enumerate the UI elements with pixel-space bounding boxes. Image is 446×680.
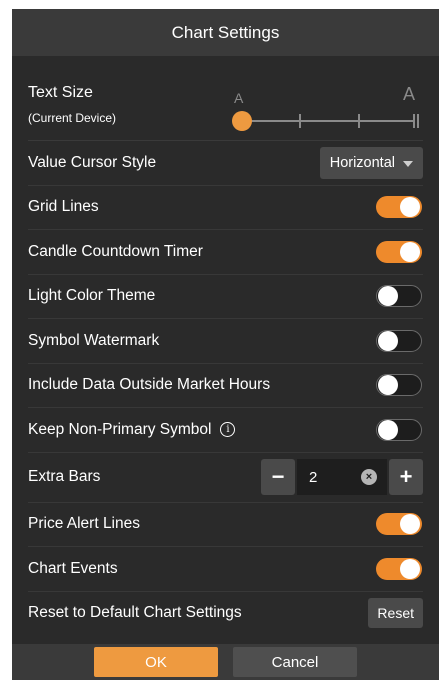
toggle-knob (400, 197, 420, 218)
symbol-watermark-label: Symbol Watermark (28, 331, 160, 349)
dialog-title: Chart Settings (12, 9, 439, 56)
text-size-slider-knob[interactable] (232, 111, 252, 131)
chart-events-toggle[interactable] (376, 557, 422, 580)
toggle-knob (400, 514, 420, 535)
cancel-button[interactable]: Cancel (233, 647, 357, 677)
slider-tick (358, 114, 360, 128)
non-primary-symbol-label: Keep Non-Primary Symbol (28, 420, 212, 438)
extra-bars-label: Extra Bars (28, 468, 101, 485)
price-alert-toggle[interactable] (376, 513, 422, 536)
toggle-row-price-alert: Price Alert Lines (28, 503, 423, 547)
toggle-knob (400, 241, 420, 262)
large-a-label: A (402, 84, 415, 104)
value-cursor-dropdown[interactable]: Horizontal (319, 146, 423, 179)
slider-tick (413, 114, 415, 128)
extra-bars-input[interactable]: 2 × (297, 459, 387, 495)
small-a-label: A (234, 90, 244, 106)
outside-hours-label: Include Data Outside Market Hours (28, 376, 271, 394)
ok-button[interactable]: OK (94, 647, 218, 677)
chart-events-label: Chart Events (28, 559, 118, 577)
text-size-label: Text Size (28, 84, 93, 101)
value-cursor-label: Value Cursor Style (28, 153, 157, 171)
price-alert-label: Price Alert Lines (28, 515, 140, 533)
toggle-row-outside-hours: Include Data Outside Market Hours (28, 364, 423, 408)
non-primary-symbol-toggle[interactable] (376, 418, 422, 441)
value-cursor-selected: Horizontal (329, 154, 395, 171)
non-primary-symbol-label-group: Keep Non-Primary Symbol i (28, 420, 236, 439)
candle-countdown-label: Candle Countdown Timer (28, 242, 203, 260)
toggle-row-grid-lines: Grid Lines (28, 186, 423, 230)
symbol-watermark-toggle[interactable] (376, 329, 422, 352)
light-theme-label: Light Color Theme (28, 287, 156, 305)
grid-lines-toggle[interactable] (376, 196, 422, 219)
settings-content: Text Size (Current Device) A A Value Cur… (12, 56, 439, 635)
reset-label: Reset to Default Chart Settings (28, 604, 242, 622)
toggle-row-candle-countdown: Candle Countdown Timer (28, 230, 423, 275)
toggle-row-symbol-watermark: Symbol Watermark (28, 319, 423, 364)
text-size-sublabel: (Current Device) (28, 111, 117, 125)
extra-bars-stepper: − 2 × + (261, 459, 423, 495)
reset-row: Reset to Default Chart Settings Reset (28, 592, 423, 636)
toggle-row-chart-events: Chart Events (28, 547, 423, 592)
toggle-knob (378, 375, 398, 396)
light-theme-toggle[interactable] (376, 285, 422, 308)
extra-bars-value: 2 (309, 468, 318, 486)
toggle-knob (400, 558, 420, 579)
reset-button[interactable]: Reset (368, 598, 423, 629)
value-cursor-row: Value Cursor Style Horizontal (28, 141, 423, 186)
slider-tick (299, 114, 301, 128)
slider-tick (417, 114, 419, 128)
increment-button[interactable]: + (389, 459, 423, 495)
text-size-row: Text Size (Current Device) A A (28, 56, 423, 141)
info-icon[interactable]: i (220, 422, 236, 438)
grid-lines-label: Grid Lines (28, 198, 99, 216)
candle-countdown-toggle[interactable] (376, 240, 422, 263)
toggle-knob (378, 286, 398, 307)
dialog-footer: OK Cancel (12, 644, 439, 680)
toggle-row-non-primary-symbol: Keep Non-Primary Symbol i (28, 408, 423, 453)
toggle-knob (378, 330, 398, 351)
outside-hours-toggle[interactable] (376, 374, 422, 397)
toggle-knob (378, 419, 398, 440)
clear-icon[interactable]: × (361, 469, 377, 485)
extra-bars-row: Extra Bars − 2 × + (28, 453, 423, 503)
text-size-slider-track[interactable] (241, 114, 419, 128)
chevron-down-icon (403, 160, 413, 167)
toggle-row-light-theme: Light Color Theme (28, 275, 423, 319)
chart-settings-dialog: Chart Settings Text Size (Current Device… (12, 9, 439, 680)
decrement-button[interactable]: − (261, 459, 295, 495)
